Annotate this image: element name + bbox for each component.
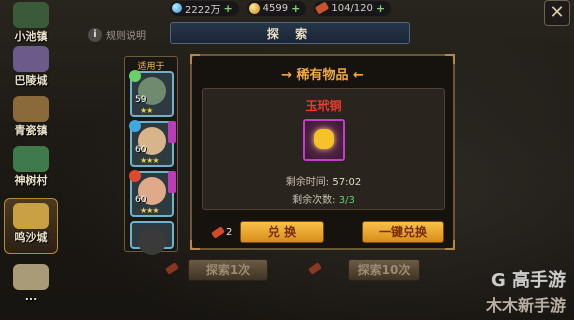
add-gold-icon[interactable]: + — [291, 2, 300, 15]
rank-tag — [168, 171, 176, 193]
add-scroll-icon[interactable]: + — [376, 2, 385, 15]
element-icon — [129, 120, 141, 132]
panel-corner — [190, 240, 200, 250]
hero-stars: ★★ — [140, 106, 153, 115]
scroll-icon — [315, 1, 330, 15]
item-slot[interactable] — [303, 119, 345, 161]
hero-card[interactable]: 60 ★★★ — [129, 170, 176, 217]
panel-corner — [190, 54, 200, 64]
scroll-icon — [211, 226, 225, 239]
explore-once-button[interactable]: 探索1次 — [188, 259, 268, 281]
city-name: 神树村 — [14, 174, 48, 187]
count-label: 剩余次数: — [292, 195, 339, 206]
remaining-count: 剩余次数: 3/3 — [203, 191, 444, 206]
panel-corner — [445, 240, 455, 250]
item-detail: 玉玳铜 剩余时间: 57:02 剩余次数: 3/3 — [202, 88, 445, 210]
scroll-counter[interactable]: 104/120 + — [314, 0, 392, 16]
scroll-value: 104/120 — [331, 2, 373, 14]
item-name: 玉玳铜 — [305, 99, 342, 113]
close-button[interactable]: ✕ — [544, 0, 570, 26]
explore-banner: 探 索 — [170, 22, 410, 44]
city-item-more[interactable]: ... — [4, 264, 58, 308]
item-icon — [314, 129, 334, 149]
gem-icon — [172, 3, 182, 13]
city-picture — [13, 264, 49, 290]
element-icon — [129, 170, 141, 182]
banner-title: 探 索 — [266, 27, 314, 41]
city-item-baling[interactable]: 巴陵城 — [4, 46, 58, 90]
hero-stars: ★★★ — [140, 206, 159, 215]
hero-level: 60 — [135, 145, 147, 155]
rare-items-title: → 稀有物品 ← — [281, 68, 364, 83]
resource-bar: 2222万 + 4599 + 104/120 + — [170, 0, 392, 16]
hero-card[interactable]: 60 ★★★ — [129, 120, 176, 167]
explore-ten-button[interactable]: 探索10次 — [348, 259, 420, 281]
city-picture — [13, 2, 49, 28]
info-icon: i — [88, 27, 102, 42]
gem-counter[interactable]: 2222万 + — [170, 0, 239, 16]
explore1-cost — [165, 262, 179, 275]
gold-value: 4599 — [262, 2, 289, 14]
hero-level: 59 — [135, 95, 147, 105]
time-label: 剩余时间: — [285, 177, 333, 188]
hero-level: 60 — [135, 195, 147, 205]
remaining-time: 剩余时间: 57:02 — [203, 173, 444, 188]
city-picture — [13, 146, 49, 172]
time-value: 57:02 — [332, 177, 362, 188]
add-gem-icon[interactable]: + — [223, 2, 232, 15]
coin-icon — [248, 2, 260, 14]
city-item-shenshu[interactable]: 神树村 — [4, 146, 58, 190]
panel-corner — [445, 54, 455, 64]
watermark: G 高手游 木木新手游 — [486, 266, 566, 316]
gem-value: 2222万 — [185, 4, 221, 16]
count-value: 3/3 — [338, 195, 355, 206]
one-key-exchange-button[interactable]: 一键兑换 — [362, 221, 444, 243]
gold-counter[interactable]: 4599 + — [246, 0, 307, 16]
watermark-line1: G 高手游 — [490, 270, 566, 291]
hero-stars: ★★★ — [140, 156, 159, 165]
city-name: 青瓷镇 — [14, 124, 48, 137]
exchange-cost: 2 — [211, 226, 233, 239]
city-nav: 小池镇 巴陵城 青瓷镇 神树村 鸣沙城 ... — [0, 0, 62, 320]
city-name: 巴陵城 — [14, 74, 48, 87]
city-item-xiaochi[interactable]: 小池镇 — [4, 2, 58, 46]
exchange-button[interactable]: 兑 换 — [240, 221, 324, 243]
city-picture — [13, 46, 49, 72]
hero-panel: 适用于 59 ★★ 60 ★★★ 60 ★★★ — [124, 56, 178, 255]
city-name: ... — [24, 290, 38, 303]
hero-card[interactable] — [130, 221, 174, 255]
city-picture — [13, 96, 49, 122]
hero-card[interactable]: 59 ★★ — [129, 70, 174, 117]
city-item-mingsha[interactable]: 鸣沙城 — [4, 198, 58, 254]
element-icon — [129, 70, 141, 82]
explore10-cost — [308, 262, 322, 275]
city-name: 鸣沙城 — [14, 231, 48, 244]
city-name: 小池镇 — [14, 30, 48, 43]
city-item-qingci[interactable]: 青瓷镇 — [4, 96, 58, 140]
watermark-line2: 木木新手游 — [485, 296, 566, 315]
hero-portrait — [138, 227, 166, 255]
cost-value: 2 — [226, 227, 233, 238]
rank-tag — [168, 121, 176, 143]
city-picture — [13, 203, 49, 229]
rules-label: 规则说明 — [106, 31, 146, 42]
rules-hint[interactable]: i 规则说明 — [88, 27, 146, 42]
